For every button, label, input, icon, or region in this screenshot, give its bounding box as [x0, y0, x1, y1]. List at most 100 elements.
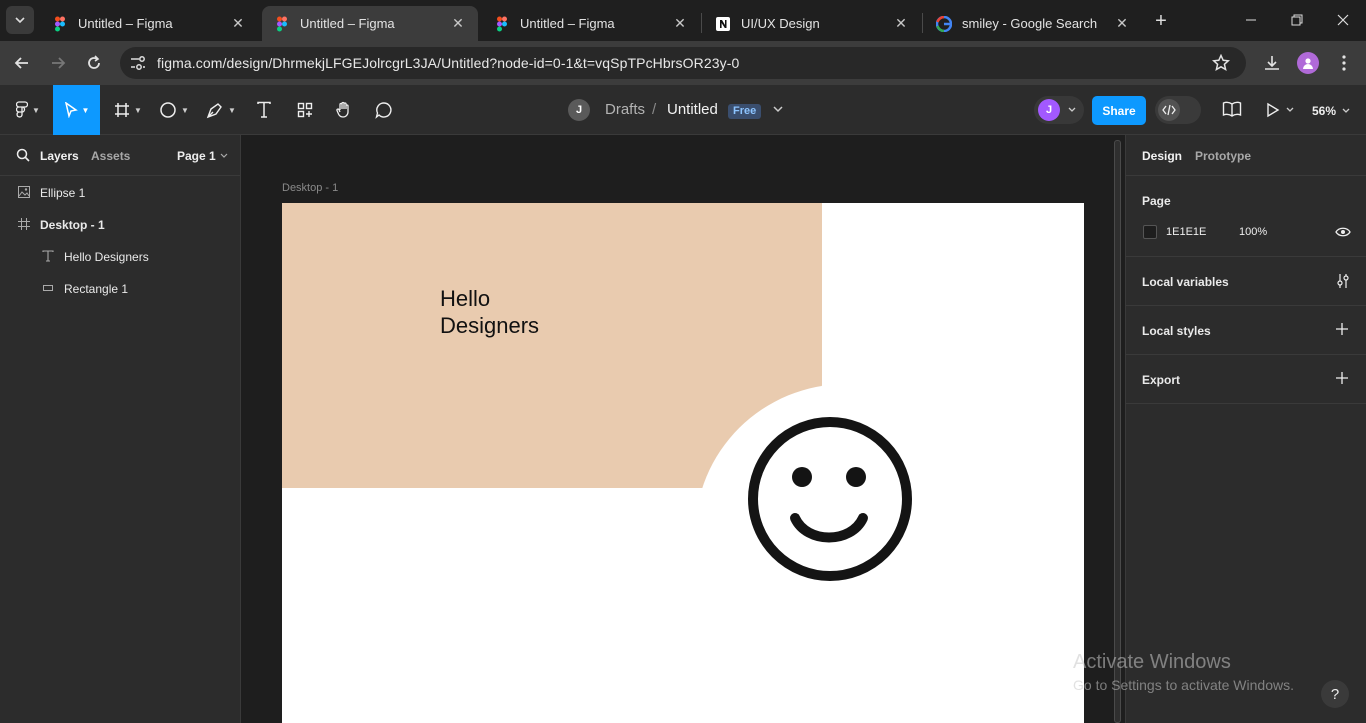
page-section: Page 1E1E1E 100%	[1126, 176, 1366, 257]
local-variables-section[interactable]: Local variables	[1126, 257, 1366, 306]
zoom-menu[interactable]: 56%	[1312, 102, 1356, 120]
layer-name: Ellipse 1	[40, 186, 86, 200]
breadcrumb-separator: /	[652, 101, 657, 118]
team-avatar[interactable]: J	[568, 99, 590, 121]
canvas-vertical-scrollbar[interactable]	[1114, 140, 1121, 723]
file-menu-button[interactable]	[772, 102, 786, 116]
share-button-label: Share	[1102, 103, 1136, 118]
reload-button[interactable]	[82, 51, 106, 75]
tab-design[interactable]: Design	[1142, 149, 1182, 163]
page-color-hex[interactable]: 1E1E1E	[1166, 226, 1206, 238]
library-button[interactable]	[1222, 100, 1244, 120]
page-color-opacity[interactable]: 100%	[1239, 226, 1267, 238]
browser-tab-3[interactable]: Untitled – Figma ✕	[482, 6, 700, 41]
forward-button[interactable]	[46, 51, 70, 75]
close-icon[interactable]: ✕	[1114, 15, 1130, 32]
move-tool[interactable]: ▼	[53, 85, 100, 135]
chevron-down-icon	[15, 17, 25, 24]
rectangle-icon	[42, 282, 54, 297]
eye-icon[interactable]	[1335, 226, 1351, 238]
frame-icon	[115, 103, 130, 117]
plus-icon[interactable]	[1336, 372, 1348, 384]
close-icon[interactable]: ✕	[230, 15, 246, 32]
layer-item-hello-designers[interactable]: Hello Designers	[0, 240, 240, 272]
pen-tool[interactable]: ▼	[200, 85, 242, 135]
restore-icon	[1291, 14, 1303, 26]
restore-button[interactable]	[1274, 6, 1320, 34]
comment-icon	[375, 102, 392, 119]
layer-item-rectangle-1[interactable]: Rectangle 1	[0, 272, 240, 304]
profile-avatar[interactable]	[1297, 52, 1319, 74]
arrow-right-icon	[52, 57, 66, 69]
search-icon	[16, 148, 30, 162]
frame-tool[interactable]: ▼	[108, 85, 148, 135]
download-button[interactable]	[1260, 51, 1284, 75]
shape-tool[interactable]: ▼	[154, 85, 194, 135]
close-icon[interactable]: ✕	[450, 15, 466, 32]
local-variables-title: Local variables	[1142, 275, 1229, 289]
layer-name: Desktop - 1	[40, 218, 105, 232]
text-tool[interactable]	[250, 85, 278, 135]
page-color-swatch[interactable]	[1143, 225, 1157, 239]
ellipse-icon	[160, 102, 176, 118]
browser-tab-4[interactable]: UI/UX Design ✕	[703, 6, 921, 41]
dev-mode-toggle[interactable]	[1155, 96, 1201, 124]
minimize-button[interactable]	[1228, 6, 1274, 34]
frame-desktop-1[interactable]: Hello Designers	[282, 203, 1084, 723]
smiley-face-icon[interactable]	[745, 414, 915, 584]
main-menu-button[interactable]: ▼	[8, 85, 48, 135]
back-button[interactable]	[10, 51, 34, 75]
headline-line-2: Designers	[440, 313, 540, 338]
layers-search-button[interactable]	[16, 148, 30, 162]
new-tab-button[interactable]: +	[1148, 9, 1174, 33]
layers-panel: Layers Assets Page 1 Ellipse 1 Desktop -…	[0, 135, 241, 723]
layer-item-desktop-1[interactable]: Desktop - 1	[0, 208, 240, 240]
local-styles-section[interactable]: Local styles	[1126, 306, 1366, 355]
browser-tab-bar: Untitled – Figma ✕ Untitled – Figma ✕ Un…	[0, 0, 1366, 41]
page-selector[interactable]: Page 1	[177, 149, 228, 163]
layer-item-ellipse-1[interactable]: Ellipse 1	[0, 176, 240, 208]
frame-icon	[18, 218, 30, 233]
close-icon[interactable]: ✕	[672, 15, 688, 32]
plus-icon[interactable]	[1336, 323, 1348, 335]
chevron-down-icon	[773, 106, 783, 113]
tab-search-button[interactable]	[6, 6, 34, 34]
close-window-button[interactable]	[1320, 6, 1366, 34]
close-icon[interactable]: ✕	[893, 15, 909, 32]
tab-layers[interactable]: Layers	[40, 149, 79, 163]
browser-menu-button[interactable]	[1334, 51, 1354, 75]
tab-prototype[interactable]: Prototype	[1195, 149, 1251, 163]
url-text[interactable]: figma.com/design/DhrmekjLFGEJolrcgrL3JA/…	[157, 55, 739, 71]
browser-address-row: figma.com/design/DhrmekjLFGEJolrcgrL3JA/…	[0, 41, 1366, 85]
chevron-down-icon: ▼	[81, 105, 90, 115]
chevron-down-icon	[1068, 107, 1076, 112]
frame-label[interactable]: Desktop - 1	[282, 182, 338, 194]
page-section-title: Page	[1142, 194, 1171, 208]
design-canvas[interactable]: Desktop - 1 Hello Designers	[241, 135, 1125, 723]
export-section[interactable]: Export	[1126, 355, 1366, 404]
multiplayer-avatar-group[interactable]: J	[1034, 96, 1084, 124]
bookmark-star-icon[interactable]	[1211, 53, 1231, 77]
resources-tool[interactable]	[290, 85, 320, 135]
tab-assets[interactable]: Assets	[91, 149, 130, 163]
chevron-down-icon: ▼	[32, 105, 40, 115]
properties-panel: Design Prototype Page 1E1E1E 100% Local …	[1125, 135, 1366, 723]
minimize-icon	[1246, 19, 1256, 21]
team-avatar-initial: J	[575, 104, 583, 116]
browser-tab-2[interactable]: Untitled – Figma ✕	[262, 6, 478, 41]
present-button[interactable]	[1264, 100, 1300, 120]
site-info-icon[interactable]	[129, 55, 147, 76]
help-button[interactable]: ?	[1321, 680, 1349, 708]
file-name[interactable]: Untitled	[667, 101, 718, 118]
cursor-icon	[64, 102, 78, 118]
comment-tool[interactable]	[370, 85, 398, 135]
browser-tab-1[interactable]: Untitled – Figma ✕	[40, 6, 258, 41]
sliders-icon[interactable]	[1336, 273, 1350, 289]
hand-tool[interactable]	[330, 85, 358, 135]
browser-tab-5[interactable]: smiley - Google Search ✕	[924, 6, 1142, 41]
share-button[interactable]: Share	[1092, 96, 1146, 125]
components-icon	[297, 102, 313, 118]
breadcrumb-project[interactable]: Drafts	[605, 101, 645, 118]
address-bar[interactable]: figma.com/design/DhrmekjLFGEJolrcgrL3JA/…	[120, 47, 1246, 79]
hello-designers-text[interactable]: Hello Designers	[440, 285, 539, 339]
